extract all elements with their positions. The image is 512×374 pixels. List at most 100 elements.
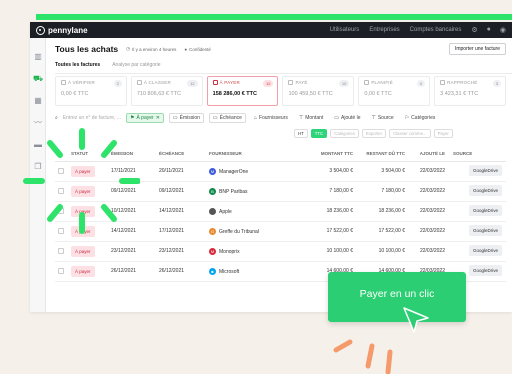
cell-echeance: 09/12/2021 — [159, 188, 185, 194]
supplier-name: Apple — [219, 208, 232, 215]
pay-in-one-click-button[interactable]: Payer en un clic — [328, 272, 466, 322]
nav-link-utilisateurs[interactable]: Utilisateurs — [330, 27, 360, 33]
import-invoice-button[interactable]: Importer une facture — [448, 43, 506, 55]
th-montant[interactable]: MONTANT TTC — [319, 151, 353, 157]
card-label: À VÉRIFIER — [61, 80, 121, 85]
card-amount: 710 806,63 € TTC — [136, 91, 182, 97]
source-button[interactable]: GoogleDrive — [468, 265, 502, 276]
tab-category-analysis[interactable]: Analyse par catégorie — [112, 62, 160, 68]
card-amount: 0,00 € TTC — [364, 91, 392, 97]
filter-label: Échéance — [219, 115, 242, 121]
cell-restant: 18 236,00 € — [378, 208, 405, 214]
cell-montant: 10 100,00 € — [326, 248, 353, 254]
filter-label: Ajouté le — [341, 115, 361, 121]
filter-label: Source — [377, 115, 394, 121]
card-label-text: RAPPROCHÉ — [447, 80, 478, 85]
th-ajoute[interactable]: AJOUTÉ LE — [411, 151, 445, 157]
filter-icon: ⌂ — [253, 115, 257, 121]
bell-icon[interactable]: ● — [487, 26, 491, 34]
tabs: Toutes les factures Analyse par catégori… — [55, 62, 512, 74]
nav-link-comptes[interactable]: Comptes bancaires — [410, 27, 462, 33]
bank-icon[interactable]: ▦ — [33, 96, 43, 106]
source-button[interactable]: GoogleDrive — [468, 205, 502, 216]
page-title: Tous les achats — [55, 44, 119, 54]
cell-montant: 7 180,00 € — [329, 188, 353, 194]
filter-ajoute[interactable]: ▭ Ajouté le — [331, 114, 363, 122]
filter-icon: ⊤ — [298, 115, 304, 121]
card-a-payer[interactable]: À PAYER 12 158 286,00 € TTC — [206, 76, 279, 106]
filter-emission[interactable]: ▭ Émission — [168, 113, 204, 123]
card-amount: 100 459,50 € TTC — [288, 91, 333, 97]
cell-ajoute: 22/03/2022 — [419, 228, 445, 234]
nav-link-entreprises[interactable]: Entreprises — [369, 27, 399, 33]
row-checkbox[interactable] — [58, 268, 64, 274]
classify-button[interactable]: Classer comme... — [389, 128, 431, 138]
card-label-text: PAYÉ — [295, 80, 308, 85]
cta-label: Payer en un clic — [359, 288, 435, 300]
card-a-classer[interactable]: À CLASSER 12 710 806,63 € TTC — [130, 76, 203, 106]
export-button[interactable]: Exporter — [361, 128, 387, 138]
th-fournisseur[interactable]: FOURNISSEUR — [209, 151, 242, 157]
cell-montant: 3 504,00 € — [329, 168, 353, 174]
card-a-verifier[interactable]: À VÉRIFIER 2 0,00 € TTC — [55, 76, 127, 106]
user-icon[interactable]: ◉ — [500, 26, 506, 34]
cart-icon[interactable]: ⛟ — [33, 74, 43, 84]
calendar-icon: ▭ — [212, 115, 218, 121]
categories-button[interactable]: Catégories — [330, 128, 359, 138]
supplier-logo-icon: M — [209, 248, 216, 255]
title-row: Tous les achats ◷ Il y a environ 4 heure… — [55, 42, 506, 56]
cell-emission: 26/12/2021 — [111, 268, 137, 274]
source-button[interactable]: GoogleDrive — [468, 185, 502, 196]
tab-all-invoices[interactable]: Toutes les factures — [55, 62, 100, 68]
last-update-text: Il y a environ 4 heures — [132, 46, 177, 52]
calendar-icon: ▭ — [334, 115, 340, 121]
calendar-icon: ▭ — [172, 115, 178, 121]
filter-label: Catégories — [411, 115, 436, 121]
top-bar: pennylane Utilisateurs Entreprises Compt… — [30, 22, 512, 38]
brand-name: pennylane — [48, 25, 88, 35]
cell-fournisseur: G Greffe du Tribunal — [209, 228, 259, 235]
toggle-ht[interactable]: HT — [294, 128, 308, 138]
active-filter-chip[interactable]: ⚑ À payer ✕ — [125, 113, 164, 123]
card-icon — [440, 80, 446, 85]
cell-montant: 18 236,00 € — [326, 208, 353, 214]
supplier-name: Greffe du Tribunal — [219, 228, 259, 235]
active-filter-label: À payer — [136, 115, 154, 121]
building-icon[interactable]: ▥ — [33, 52, 43, 62]
orange-burst-decoration — [333, 339, 393, 374]
filter-source[interactable]: ⊤ Source — [368, 114, 396, 122]
brand-logo[interactable]: pennylane — [36, 25, 88, 35]
source-button[interactable]: GoogleDrive — [468, 225, 502, 236]
filter-echeance[interactable]: ▭ Échéance — [208, 113, 246, 123]
card-planifie[interactable]: PLANIFIÉ 0 0,00 € TTC — [358, 76, 431, 106]
th-restant[interactable]: RESTANT DÛ TTC — [363, 151, 405, 157]
search-input[interactable]: Entrez un n° de facture, ... — [63, 115, 121, 121]
source-button[interactable]: GoogleDrive — [468, 245, 502, 256]
card-label-text: PLANIFIÉ — [371, 80, 393, 85]
filter-montant[interactable]: ⊤ Montant — [296, 114, 326, 122]
card-rapproche[interactable]: RAPPROCHÉ 3 3 423,31 € TTC — [434, 76, 506, 106]
toggle-ttc[interactable]: TTC — [310, 128, 328, 138]
card-count: 12 — [187, 80, 198, 87]
pay-button[interactable]: Payer — [433, 128, 453, 138]
filter-categories[interactable]: ⚐ Catégories — [402, 114, 439, 122]
gear-icon[interactable]: ⚙ — [471, 26, 477, 34]
filter-fournisseurs[interactable]: ⌂ Fournisseurs — [251, 114, 291, 122]
cell-fournisseur: M Monoprix — [209, 248, 240, 255]
supplier-name: BNP Paribas — [219, 188, 248, 195]
cell-restant: 10 100,00 € — [378, 248, 405, 254]
filter-label: Fournisseurs — [258, 115, 288, 121]
th-echeance[interactable]: ÉCHÉANCE — [159, 151, 184, 157]
cell-echeance: 17/12/2021 — [159, 228, 185, 234]
source-button[interactable]: GoogleDrive — [468, 165, 502, 176]
supplier-logo-icon: G — [209, 228, 216, 235]
card-label: PLANIFIÉ — [364, 80, 424, 85]
filter-bar: ⌕ Entrez un n° de facture, ... ⚑ À payer… — [55, 113, 506, 123]
green-accent-strip — [36, 14, 512, 20]
cell-fournisseur: B BNP Paribas — [209, 188, 248, 195]
card-count: 2 — [113, 80, 122, 87]
supplier-logo-icon: B — [209, 188, 216, 195]
card-paye[interactable]: PAYÉ 10 100 459,50 € TTC — [282, 76, 355, 106]
supplier-name: Microsoft — [219, 268, 240, 275]
th-source[interactable]: SOURCE — [453, 151, 472, 157]
